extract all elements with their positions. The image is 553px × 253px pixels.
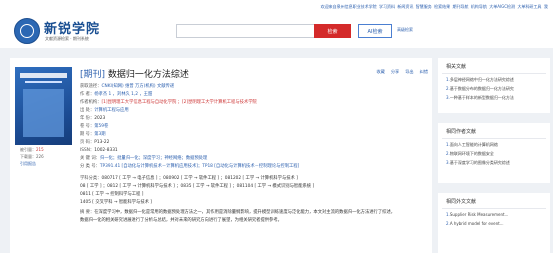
meta-row-abstract-2: 数据归一化的相关研究进展进行了分析与总结，并对未来的研究方向进行了展望，为相关研… — [80, 218, 282, 223]
related-articles-title: 相关文献 — [446, 64, 467, 70]
site-subtitle: 文献资源检索 · 期刊系统 — [45, 36, 89, 41]
article-type-tag: [期刊] — [80, 70, 106, 80]
top-navigation: 欢迎来自泉州信息职业技术学院 学习资料 新闻资讯 智慧服务 检索结果 期刊导航 … — [0, 0, 553, 14]
topnav-link-tools[interactable]: 大单科研工具 — [516, 4, 542, 10]
meta-row-subject-4: 1405 [ 交叉学科 → 智能科学与技术 ] — [80, 200, 152, 205]
journal-cover-image — [15, 67, 72, 145]
related-item[interactable]: 1.多层神经网络中归一化方法研究综述 — [438, 77, 550, 86]
meta-row-issn: ISSN：1002-8331 — [80, 148, 118, 153]
meta-row-source: 出 处：计算机工程与应用 — [80, 108, 129, 113]
article-actions: 收藏 分享 导出 纠错 — [376, 69, 428, 75]
meta-row-abstract: 摘 要：在深度学习中，数据归一化是常用的数据预处理方法之一，其作用是消除量纲影响… — [80, 210, 396, 215]
access-links[interactable]: CNKI(知网) 维普 万方(机构) 文献传递 — [101, 84, 174, 89]
foreign-item[interactable]: 2.A hybrid model for event... — [438, 221, 550, 230]
article-panel: 被引量：215 下载量：226 引用报告 [期刊] 数据归一化方法综述 收藏 分… — [10, 58, 432, 253]
ai-search-button[interactable]: AI检索 — [358, 24, 392, 38]
topnav-link-news[interactable]: 新闻资讯 — [396, 4, 414, 10]
site-header: 新锐学院 文献资源检索 · 期刊系统 检索 AI检索 高级检索 — [0, 14, 553, 48]
related-item[interactable]: 3.一种基于样本的新型数据归一化方法 — [438, 95, 550, 104]
meta-row-volume: 卷 号：第59卷 — [80, 124, 109, 129]
report-error-button[interactable]: 纠错 — [420, 69, 428, 75]
topnav-link-welcome[interactable]: 欢迎来自泉州信息职业技术学院 — [319, 4, 377, 10]
related-articles-card: 相关文献 1.多层神经网络中归一化方法研究综述 2.基于数据分布的数据归一化方法… — [438, 58, 550, 113]
share-button[interactable]: 分享 — [391, 69, 399, 75]
site-title: 新锐学院 — [44, 22, 101, 37]
topnav-link-services[interactable]: 智慧服务 — [415, 4, 433, 10]
topnav-link-journals[interactable]: 期刊导航 — [451, 4, 469, 10]
citation-report-link[interactable]: 引用报告 — [20, 161, 36, 167]
meta-row-subject: 学科分类：080717 [ 工学 → 电子信息 ] ；080902 [ 工学 →… — [80, 176, 298, 181]
topnav-link-institutions[interactable]: 机构导航 — [470, 4, 488, 10]
download-stat: 下载量：226 — [20, 154, 44, 159]
favorite-button[interactable]: 收藏 — [376, 69, 384, 75]
advanced-search-link[interactable]: 高级检索 — [397, 27, 413, 33]
topnav-link-resources[interactable]: 学习资料 — [378, 4, 396, 10]
topnav-link-aigc[interactable]: 大单AIGC检测 — [488, 4, 516, 10]
school-logo-icon — [14, 18, 40, 44]
meta-row-pages: 页 码：P13-22 — [80, 140, 110, 145]
foreign-articles-card: 相同外文文献 1.Supplier Risk Measurement... 2.… — [438, 193, 550, 253]
meta-row-keywords: 关 键 词：归一化；批量归一化；深度学习；神经网络；数据预处理 — [80, 156, 208, 161]
meta-row-access: 获取途径：CNKI(知网) 维普 万方(机构) 文献传递 — [80, 84, 175, 89]
related-item[interactable]: 2.基于数据分布的数据归一化方法研究 — [438, 86, 550, 95]
foreign-item[interactable]: 1.Supplier Risk Measurement... — [438, 212, 550, 221]
meta-row-year: 年 份：2023 — [80, 116, 106, 121]
topnav-link-me[interactable]: 我 — [543, 4, 549, 10]
citation-stat: 被引量：215 — [20, 147, 44, 152]
same-author-title: 相同作者文献 — [446, 129, 477, 135]
search-button[interactable]: 检索 — [314, 24, 351, 38]
meta-row-classification: 分 类 号：TP391.41 [自动化与计算机技术－计算机应用技术]；TP18 … — [80, 164, 300, 169]
same-author-card: 相同作者文献 1.面向人工智能的计算机网络 2.物联网环境下的数据安全 3.基于… — [438, 123, 550, 183]
search-input[interactable] — [176, 24, 314, 38]
same-author-item[interactable]: 1.面向人工智能的计算机网络 — [438, 142, 550, 151]
same-author-item[interactable]: 2.物联网环境下的数据安全 — [438, 151, 550, 160]
meta-row-subject-3: 0811 [ 工学 → 控制科学与工程 ] — [80, 192, 144, 197]
meta-row-subject-2: 08 [ 工学 ] ；0812 [ 工学 → 计算机科学与技术 ] ；0835 … — [80, 184, 315, 189]
same-author-item[interactable]: 3.基于深度学习的图像分类研究综述 — [438, 160, 550, 169]
article-title: [期刊] 数据归一化方法综述 — [80, 70, 189, 80]
meta-row-authors: 作 者：杨孝杰 1 ，刘林久 1,2 ，王甜 — [80, 92, 153, 97]
foreign-articles-title: 相同外文文献 — [446, 199, 477, 205]
meta-row-issue: 期 号：第3期 — [80, 132, 106, 137]
topnav-link-results[interactable]: 检索结果 — [433, 4, 451, 10]
meta-row-affiliations: 作者机构：[1]昆明理工大学信息工程与自动化学院 ；[2]昆明理工大学计算机工程… — [80, 100, 257, 105]
export-button[interactable]: 导出 — [405, 69, 413, 75]
